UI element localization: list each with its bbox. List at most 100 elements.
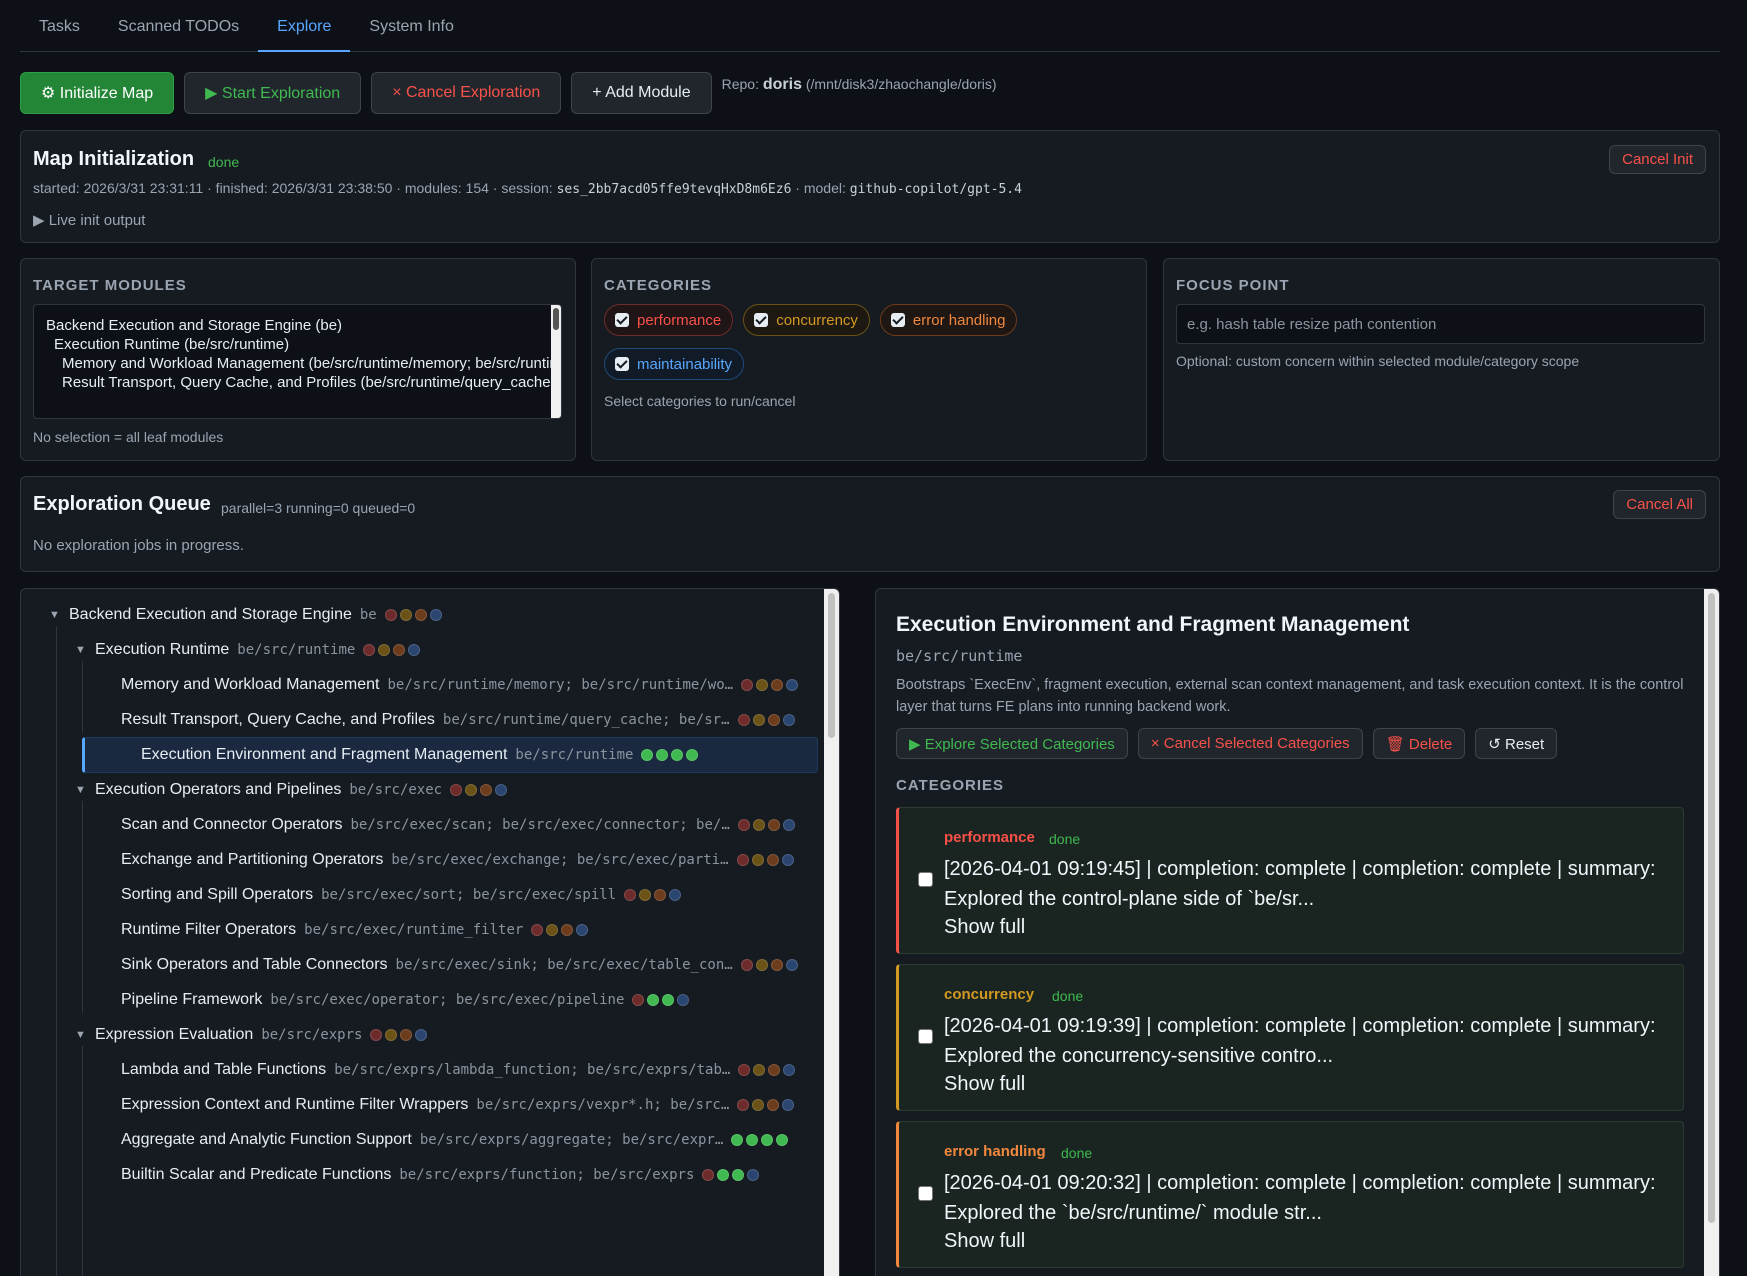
status-dot-icon	[408, 644, 421, 656]
queue-empty-message: No exploration jobs in progress.	[33, 537, 244, 554]
cancel-all-button[interactable]: Cancel All	[1613, 490, 1706, 519]
tree-row[interactable]: ▼ Execution Operators and Pipelines be/src…	[75, 772, 809, 808]
detail-path: be/src/runtime	[896, 647, 1023, 665]
checkbox-checked-icon[interactable]	[615, 357, 629, 371]
delete-button[interactable]: 🗑 Delete	[1372, 728, 1466, 759]
category-result-checkbox[interactable]	[918, 872, 933, 887]
status-dot-icon	[737, 714, 750, 726]
chevron-down-icon[interactable]: ▼	[75, 644, 95, 656]
category-chip-concurrency[interactable]: concurrency	[743, 304, 870, 336]
tree-row[interactable]: ▼ Expression Evaluation be/src/exprs	[75, 1017, 809, 1053]
chevron-down-icon[interactable]: ▼	[75, 784, 95, 796]
focus-point-input[interactable]	[1176, 304, 1705, 344]
detail-scrollbar[interactable]	[1704, 589, 1719, 1276]
category-result-status: done	[1052, 988, 1084, 1004]
status-dot-icon	[429, 609, 442, 621]
status-dot-icon	[576, 924, 589, 936]
initialize-map-button[interactable]: ⚙ Initialize Map	[20, 72, 175, 114]
tree-row-path: be/src/exec/exchange; be/src/exec/parti…	[391, 852, 729, 868]
tree-row-path: be/src/exprs/function; be/src/exprs	[399, 1167, 695, 1183]
category-chip-maintainability[interactable]: maintainability	[604, 348, 745, 380]
target-modules-select[interactable]: Backend Execution and Storage Engine (be…	[33, 304, 562, 419]
tree-row[interactable]: Exchange and Partitioning Operators be/sr…	[101, 842, 809, 878]
tab-explore[interactable]: Explore	[258, 0, 351, 52]
finished-time: 2026/3/31 23:38:50	[271, 180, 393, 196]
status-dot-icon	[465, 784, 478, 796]
queue-title: Exploration Queue	[33, 493, 211, 515]
start-exploration-button[interactable]: ▶ Start Exploration	[184, 72, 362, 114]
status-dot-icon	[753, 1064, 766, 1076]
detail-description: Bootstraps `ExecEnv`, fragment execution…	[896, 677, 1684, 715]
checkbox-checked-icon[interactable]	[615, 313, 629, 327]
tree-row[interactable]: Sorting and Spill Operators be/src/exec/s…	[101, 877, 809, 913]
category-chip-performance[interactable]: performance	[604, 304, 734, 336]
tab-system-info[interactable]: System Info	[350, 0, 472, 51]
tab-scanned-todos[interactable]: Scanned TODOs	[99, 0, 258, 51]
status-dot-icon	[531, 924, 544, 936]
tree-row[interactable]: Lambda and Table Functions be/src/exprs/l…	[101, 1052, 809, 1088]
category-chip-error-handling[interactable]: error handling	[879, 304, 1018, 336]
category-result-name: error handling	[944, 1143, 1046, 1160]
cancel-exploration-button[interactable]: × Cancel Exploration	[371, 72, 562, 114]
tree-row[interactable]: Pipeline Framework be/src/exec/operator; …	[101, 982, 809, 1018]
show-full-link[interactable]: Show full	[944, 1230, 1025, 1253]
status-dot-icon	[755, 959, 768, 971]
status-dot-icon	[782, 714, 795, 726]
target-module-option[interactable]: Execution Runtime (be/src/runtime)	[46, 335, 561, 354]
cancel-selected-categories-button[interactable]: × Cancel Selected Categories	[1137, 728, 1363, 759]
status-dot-icon	[752, 819, 765, 831]
tree-row[interactable]: Aggregate and Analytic Function Support b…	[101, 1122, 809, 1158]
cancel-init-button[interactable]: Cancel Init	[1609, 145, 1706, 174]
category-result-checkbox[interactable]	[918, 1029, 933, 1044]
chevron-down-icon[interactable]: ▼	[75, 1029, 95, 1041]
tab-tasks[interactable]: Tasks	[20, 0, 99, 51]
tree-row[interactable]: Execution Environment and Fragment Manag…	[82, 737, 818, 773]
add-module-button[interactable]: + Add Module	[571, 72, 712, 114]
tree-row[interactable]: Memory and Workload Management be/src/run…	[101, 667, 809, 703]
detail-actions: ▶ Explore Selected Categories × Cancel S…	[896, 728, 1558, 759]
category-status-dots	[632, 994, 690, 1006]
tree-row[interactable]: ▼ Execution Runtime be/src/runtime	[75, 632, 809, 668]
tree-row[interactable]: Runtime Filter Operators be/src/exec/runt…	[101, 912, 809, 948]
status-dot-icon	[756, 679, 769, 691]
init-status-badge: done	[208, 154, 240, 170]
tree-row-path: be/src/exec/operator; be/src/exec/pipeli…	[270, 992, 625, 1008]
tree-row-name: Execution Runtime	[95, 641, 230, 658]
status-dot-icon	[767, 819, 780, 831]
status-dot-icon	[641, 749, 654, 761]
repo-path: (/mnt/disk3/zhaochangle/doris)	[805, 76, 997, 92]
tree-row[interactable]: Expression Context and Runtime Filter Wr…	[101, 1087, 809, 1123]
tree-scrollbar[interactable]	[824, 589, 839, 1276]
show-full-link[interactable]: Show full	[944, 1073, 1025, 1096]
target-module-option[interactable]: Backend Execution and Storage Engine (be…	[46, 316, 561, 335]
repo-prefix: Repo:	[721, 76, 759, 92]
tree-row[interactable]: Sink Operators and Table Connectors be/sr…	[101, 947, 809, 983]
status-dot-icon	[782, 819, 795, 831]
tree-row[interactable]: Result Transport, Query Cache, and Profi…	[101, 702, 809, 738]
tree-row-name: Sorting and Spill Operators	[121, 886, 314, 903]
tree-row[interactable]: Builtin Scalar and Predicate Functions be…	[101, 1157, 809, 1193]
tree-row[interactable]: Scan and Connector Operators be/src/exec/…	[101, 807, 809, 843]
checkbox-checked-icon[interactable]	[754, 313, 769, 327]
explore-selected-categories-button[interactable]: ▶ Explore Selected Categories	[896, 728, 1128, 759]
tree-guide-line	[82, 1046, 83, 1276]
status-dot-icon	[783, 1064, 796, 1076]
category-result-checkbox[interactable]	[918, 1186, 933, 1201]
tree-row-name: Exchange and Partitioning Operators	[121, 851, 384, 868]
tree-row-path: be/src/exec/runtime_filter	[304, 922, 524, 938]
target-module-option[interactable]: Result Transport, Query Cache, and Profi…	[46, 373, 561, 392]
checkbox-checked-icon[interactable]	[890, 313, 905, 327]
status-dot-icon	[415, 1029, 428, 1041]
target-module-option[interactable]: Memory and Workload Management (be/src/r…	[46, 354, 561, 373]
category-status-dots	[624, 889, 682, 901]
status-dot-icon	[669, 889, 682, 901]
show-full-link[interactable]: Show full	[944, 916, 1025, 939]
reset-button[interactable]: ↺ Reset	[1475, 728, 1558, 759]
target-modules-scrollbar[interactable]	[551, 305, 561, 418]
live-init-output-toggle[interactable]: ▶ Live init output	[33, 211, 145, 229]
tree-row[interactable]: ▼ Backend Execution and Storage Engine be	[49, 597, 809, 633]
tree-row-name: Memory and Workload Management	[121, 676, 380, 693]
focus-point-label: FOCUS POINT	[1176, 277, 1290, 294]
chevron-down-icon[interactable]: ▼	[49, 609, 69, 621]
category-status-dots	[702, 1169, 760, 1181]
